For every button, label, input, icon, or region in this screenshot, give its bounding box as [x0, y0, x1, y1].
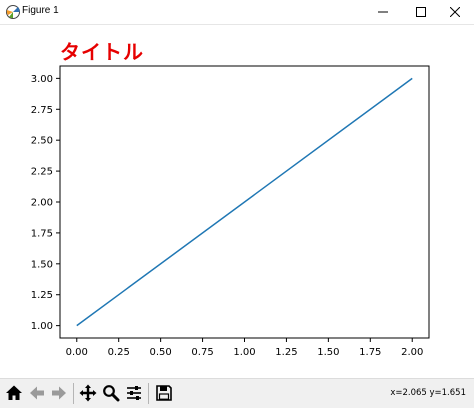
forward-icon	[52, 386, 66, 400]
y-tick-label: 2.25	[31, 167, 53, 178]
x-tick-label: 2.00	[401, 347, 423, 358]
forward-button[interactable]	[48, 381, 70, 405]
y-tick-label: 3.00	[31, 74, 53, 85]
line-chart: 1.00 1.25 1.50 1.75 2.00 2.25 2.50 2.75 3.00 0.0…	[31, 65, 430, 358]
home-button[interactable]	[3, 381, 25, 405]
pan-icon	[79, 384, 97, 402]
configure-button[interactable]	[123, 381, 145, 405]
y-tick-label: 2.75	[31, 105, 53, 116]
y-tick-label: 1.75	[31, 228, 53, 239]
x-tick-label: 0.25	[108, 347, 130, 358]
navigation-toolbar: x=2.065 y=1.651	[0, 378, 474, 408]
back-icon	[30, 386, 44, 400]
y-tick-label: 1.00	[31, 321, 53, 332]
cursor-coordinates: x=2.065 y=1.651	[390, 388, 466, 398]
x-tick-label: 1.00	[233, 347, 255, 358]
x-tick-label: 1.75	[359, 347, 381, 358]
x-tick-label: 1.25	[275, 347, 297, 358]
x-tick-label: 1.50	[317, 347, 339, 358]
x-tick-label: 0.50	[150, 347, 172, 358]
series-line	[76, 77, 413, 327]
toolbar-separator	[73, 383, 74, 404]
zoom-icon	[103, 385, 120, 402]
configure-icon	[127, 386, 141, 400]
x-tick-label: 0.00	[66, 347, 88, 358]
x-tick-label: 0.75	[191, 347, 213, 358]
save-icon	[156, 385, 172, 401]
home-icon	[6, 385, 22, 400]
pan-button[interactable]	[77, 381, 99, 405]
y-tick-label: 1.25	[31, 290, 53, 301]
back-button[interactable]	[26, 381, 48, 405]
y-tick-label: 2.50	[31, 136, 53, 147]
y-tick-label: 2.00	[31, 198, 53, 209]
zoom-button[interactable]	[100, 381, 122, 405]
toolbar-separator	[148, 383, 149, 404]
y-tick-label: 1.50	[31, 259, 53, 270]
save-button[interactable]	[153, 381, 175, 405]
